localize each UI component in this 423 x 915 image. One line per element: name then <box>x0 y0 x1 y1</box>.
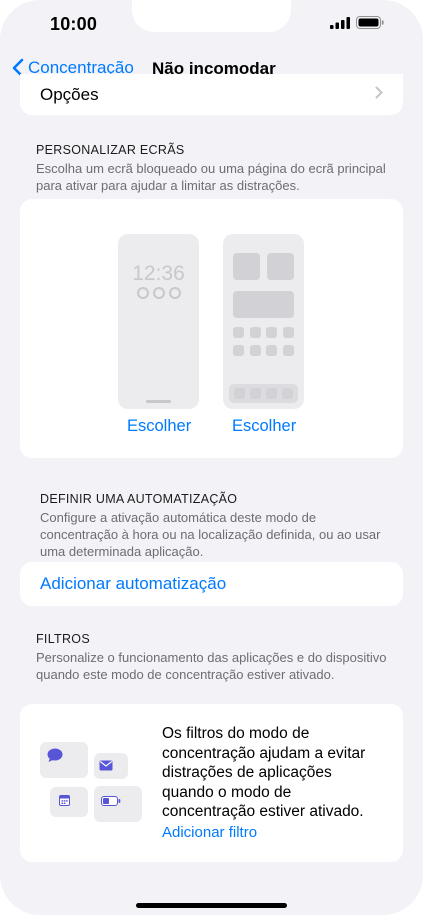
lock-preview-time: 12:36 <box>132 262 185 285</box>
filters-description: Personalize o funcionamento das aplicaçõ… <box>36 650 387 682</box>
dock-app-icon <box>266 388 277 399</box>
chevron-right-icon <box>375 86 383 99</box>
status-icons <box>330 16 384 29</box>
phone-screen: 10:00 Concentração Não incomodar Opções … <box>0 0 423 915</box>
lock-widget-dots <box>137 287 181 299</box>
widget-wide <box>233 291 294 318</box>
dock-app-icon <box>234 388 245 399</box>
filter-bubble <box>40 742 88 778</box>
options-row[interactable]: Opções <box>20 74 403 115</box>
filters-card: Os filtros do modo de concentração ajuda… <box>20 704 403 862</box>
battery-icon <box>101 796 121 806</box>
widget-small-left <box>233 253 260 280</box>
options-label: Opções <box>40 85 99 104</box>
customize-screens-header: PERSONALIZAR ECRÃS <box>36 143 185 157</box>
add-automation-row[interactable]: Adicionar automatização <box>20 562 403 606</box>
home-screen-preview[interactable] <box>223 234 304 409</box>
widget-small-right <box>267 253 294 280</box>
filters-header: FILTROS <box>36 632 90 646</box>
dock-app-icon <box>250 388 261 399</box>
lock-home-bar <box>146 400 171 403</box>
filters-explanation: Os filtros do modo de concentração ajuda… <box>162 725 366 820</box>
app-icon <box>233 327 244 338</box>
add-automation-link: Adicionar automatização <box>40 574 227 593</box>
choose-home-screen-button[interactable]: Escolher <box>232 417 296 436</box>
battery-status-icon <box>356 16 384 29</box>
app-icon <box>266 345 277 356</box>
customize-screens-card: 12:36 Escolher Escolher <box>20 199 403 458</box>
app-icon <box>283 327 294 338</box>
cellular-signal-icon <box>330 16 350 29</box>
dock-app-icon <box>282 388 293 399</box>
choose-lock-screen-button[interactable]: Escolher <box>127 417 191 436</box>
mail-icon <box>99 760 113 771</box>
automation-description: Configure a ativação automática deste mo… <box>40 510 381 559</box>
filter-bubble <box>50 787 88 817</box>
automation-header: DEFINIR UMA AUTOMATIZAÇÃO <box>40 492 238 506</box>
customize-screens-description: Escolha um ecrã bloqueado ou uma página … <box>36 161 386 193</box>
notch <box>132 0 291 32</box>
status-time: 10:00 <box>50 14 98 34</box>
home-indicator[interactable] <box>136 903 287 908</box>
app-icon <box>266 327 277 338</box>
lock-screen-preview[interactable]: 12:36 <box>118 234 199 409</box>
calendar-icon <box>59 795 70 806</box>
app-icon <box>233 345 244 356</box>
message-icon <box>47 748 63 762</box>
filter-bubble <box>94 786 142 822</box>
filter-bubble <box>94 753 128 779</box>
add-filter-link[interactable]: Adicionar filtro <box>162 824 257 841</box>
app-icon <box>250 327 261 338</box>
app-icon <box>250 345 261 356</box>
app-icon <box>283 345 294 356</box>
